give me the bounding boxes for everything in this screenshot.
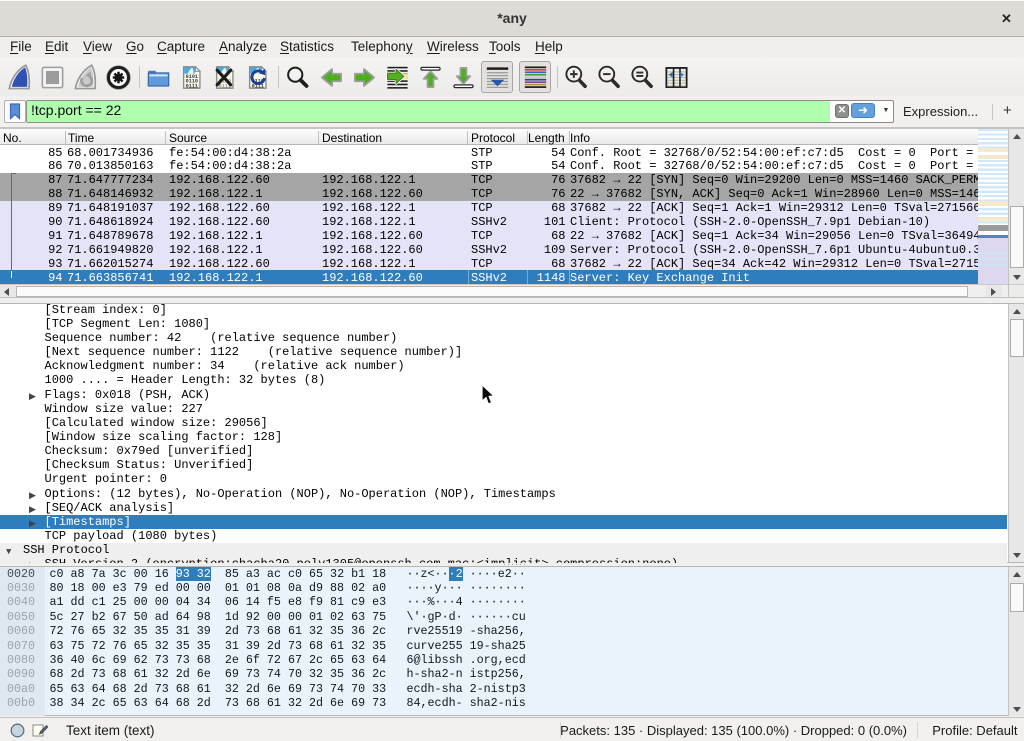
svg-text:0111: 0111: [185, 83, 197, 89]
